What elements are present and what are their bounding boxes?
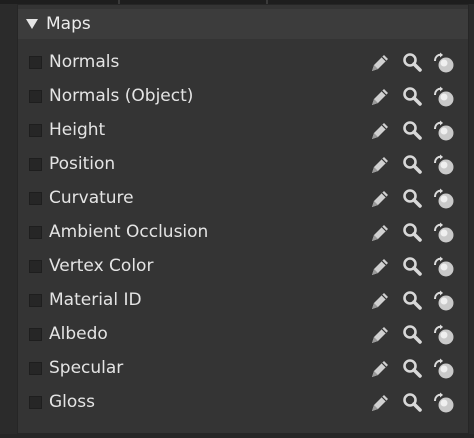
pencil-icon[interactable]: [368, 51, 392, 75]
map-label: Vertex Color: [49, 256, 154, 276]
section-title: Maps: [46, 14, 91, 34]
map-row: Albedo: [18, 318, 468, 352]
sphere-reset-icon[interactable]: [432, 221, 456, 245]
pencil-icon[interactable]: [368, 289, 392, 313]
maps-section-header[interactable]: Maps: [18, 9, 468, 39]
magnifier-icon[interactable]: [400, 255, 424, 279]
map-label: Position: [49, 154, 116, 174]
magnifier-icon[interactable]: [400, 187, 424, 211]
sphere-reset-icon[interactable]: [432, 187, 456, 211]
map-label: Albedo: [49, 324, 108, 344]
map-label: Gloss: [49, 392, 96, 412]
map-label: Normals (Object): [49, 86, 194, 106]
magnifier-icon[interactable]: [400, 51, 424, 75]
sphere-reset-icon[interactable]: [432, 85, 456, 109]
map-checkbox[interactable]: [29, 226, 42, 239]
pencil-icon[interactable]: [368, 357, 392, 381]
magnifier-icon[interactable]: [400, 289, 424, 313]
map-row: Normals (Object): [18, 80, 468, 114]
magnifier-icon[interactable]: [400, 153, 424, 177]
map-checkbox[interactable]: [29, 328, 42, 341]
sphere-reset-icon[interactable]: [432, 391, 456, 415]
sphere-reset-icon[interactable]: [432, 51, 456, 75]
sphere-reset-icon[interactable]: [432, 119, 456, 143]
pencil-icon[interactable]: [368, 187, 392, 211]
magnifier-icon[interactable]: [400, 323, 424, 347]
sphere-reset-icon[interactable]: [432, 323, 456, 347]
sphere-reset-icon[interactable]: [432, 255, 456, 279]
map-label: Ambient Occlusion: [49, 222, 209, 242]
map-row: Curvature: [18, 182, 468, 216]
map-row: Vertex Color: [18, 250, 468, 284]
pencil-icon[interactable]: [368, 255, 392, 279]
map-row: Ambient Occlusion: [18, 216, 468, 250]
map-checkbox[interactable]: [29, 158, 42, 171]
magnifier-icon[interactable]: [400, 357, 424, 381]
map-row: Normals: [18, 46, 468, 80]
map-label: Normals: [49, 52, 120, 72]
map-row: Gloss: [18, 386, 468, 420]
sphere-reset-icon[interactable]: [432, 289, 456, 313]
pencil-icon[interactable]: [368, 391, 392, 415]
pencil-icon[interactable]: [368, 153, 392, 177]
sphere-reset-icon[interactable]: [432, 153, 456, 177]
map-label: Specular: [49, 358, 124, 378]
map-row: Material ID: [18, 284, 468, 318]
pencil-icon[interactable]: [368, 85, 392, 109]
pencil-icon[interactable]: [368, 119, 392, 143]
maps-list: Normals Normals (Object) Height Position…: [18, 46, 468, 420]
maps-panel: Maps Normals Normals (Object) Height Pos…: [17, 4, 469, 434]
map-checkbox[interactable]: [29, 362, 42, 375]
map-row: Specular: [18, 352, 468, 386]
map-row: Height: [18, 114, 468, 148]
triangle-down-icon[interactable]: [26, 19, 38, 29]
map-checkbox[interactable]: [29, 260, 42, 273]
map-row: Position: [18, 148, 468, 182]
magnifier-icon[interactable]: [400, 221, 424, 245]
sphere-reset-icon[interactable]: [432, 357, 456, 381]
map-checkbox[interactable]: [29, 396, 42, 409]
map-checkbox[interactable]: [29, 56, 42, 69]
magnifier-icon[interactable]: [400, 85, 424, 109]
pencil-icon[interactable]: [368, 323, 392, 347]
map-checkbox[interactable]: [29, 192, 42, 205]
map-label: Curvature: [49, 188, 134, 208]
map-checkbox[interactable]: [29, 124, 42, 137]
magnifier-icon[interactable]: [400, 391, 424, 415]
magnifier-icon[interactable]: [400, 119, 424, 143]
pencil-icon[interactable]: [368, 221, 392, 245]
bottom-strip: [0, 434, 474, 438]
map-checkbox[interactable]: [29, 90, 42, 103]
map-label: Height: [49, 120, 106, 140]
map-label: Material ID: [49, 290, 142, 310]
map-checkbox[interactable]: [29, 294, 42, 307]
